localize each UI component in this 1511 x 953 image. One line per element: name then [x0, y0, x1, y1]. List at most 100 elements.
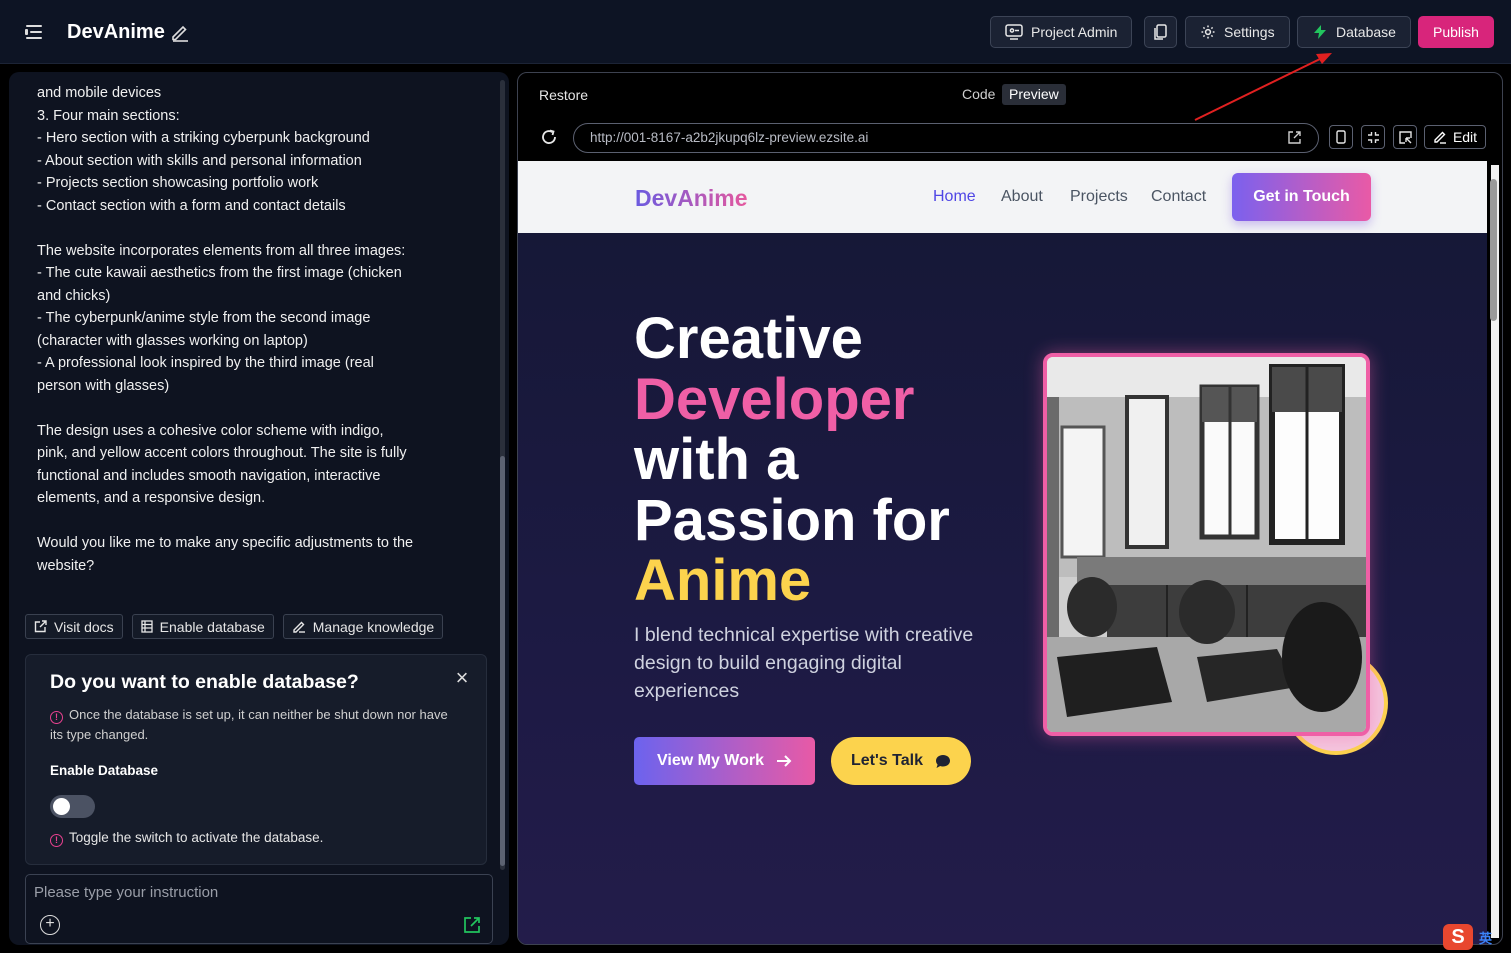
message-actions: Visit docs Enable database Manage knowle… — [25, 614, 444, 639]
expand-icon — [1367, 131, 1379, 143]
chat-bubble-icon — [935, 754, 950, 768]
toggle-knob — [53, 798, 70, 815]
ime-language: 英 — [1479, 930, 1493, 946]
top-bar: DevAnime Project Admin Settings Database… — [0, 0, 1511, 64]
assistant-message: and mobile devices 3. Four main sections… — [37, 82, 417, 577]
message-line — [37, 510, 417, 533]
dialog-title: Do you want to enable database? — [50, 671, 359, 693]
view-my-work-label: View My Work — [657, 752, 764, 769]
mobile-view-button[interactable] — [1329, 125, 1353, 149]
website-preview: DevAnime Home About Projects Contact Get… — [518, 161, 1487, 944]
visit-docs-label: Visit docs — [54, 618, 114, 635]
copy-icon — [1153, 24, 1167, 40]
hero-line-highlight: Developer — [634, 366, 915, 432]
sogou-icon: S — [1443, 924, 1473, 950]
nav-home[interactable]: Home — [933, 188, 976, 206]
preview-scroll-thumb[interactable] — [1490, 179, 1497, 321]
restore-button[interactable]: Restore — [539, 87, 588, 103]
message-line: - Contact section with a form and contac… — [37, 197, 346, 214]
device-toggle-button[interactable] — [1144, 16, 1177, 48]
nav-contact[interactable]: Contact — [1151, 188, 1206, 206]
project-title: DevAnime — [67, 21, 165, 43]
site-logo[interactable]: DevAnime — [635, 185, 747, 212]
preview-url: http://001-8167-a2b2jkupq6lz-preview.ezs… — [590, 130, 869, 145]
message-line: The website incorporates elements from a… — [37, 242, 406, 259]
message-line — [37, 397, 417, 420]
open-external-icon[interactable] — [462, 915, 482, 935]
database-label: Database — [1336, 24, 1396, 40]
settings-label: Settings — [1224, 24, 1275, 40]
enable-database-button[interactable]: Enable database — [131, 614, 274, 639]
hero-heading: Creative Developer with a Passion for An… — [634, 306, 950, 613]
hero-line: Creative — [634, 306, 863, 371]
message-line: 3. Four main sections: — [37, 107, 180, 124]
info-icon: ! — [50, 834, 63, 847]
hero-line: Passion for — [634, 487, 950, 553]
dialog-hint: ! Toggle the switch to activate the datab… — [50, 830, 323, 847]
salon-photo — [1047, 357, 1366, 732]
settings-button[interactable]: Settings — [1185, 16, 1290, 48]
edit-label: Edit — [1452, 129, 1478, 145]
enable-database-dialog: Do you want to enable database? × ! Once … — [25, 654, 487, 865]
instruction-box: + — [25, 874, 493, 944]
lets-talk-label: Let's Talk — [851, 752, 923, 769]
hero-description: I blend technical expertise with creativ… — [634, 624, 974, 702]
pencil-icon — [1434, 131, 1446, 144]
message-line: - Projects section showcasing portfolio … — [37, 175, 319, 191]
message-line: - The cyberpunk/anime style from the sec… — [37, 310, 375, 349]
project-admin-label: Project Admin — [1031, 24, 1118, 40]
message-line: - About section with skills and personal… — [37, 152, 362, 169]
message-line — [37, 217, 417, 240]
hero-image — [1043, 353, 1370, 736]
message-line: - A professional look inspired by the th… — [37, 355, 378, 394]
hint-text: Toggle the switch to activate the databa… — [69, 830, 324, 845]
add-attachment-icon[interactable]: + — [40, 915, 60, 935]
message-line: - Hero section with a striking cyberpunk… — [37, 130, 370, 146]
close-icon[interactable]: × — [454, 667, 470, 689]
view-my-work-button[interactable]: View My Work — [634, 737, 815, 785]
message-line: and mobile devices — [37, 85, 162, 101]
project-admin-button[interactable]: Project Admin — [990, 16, 1133, 48]
manage-knowledge-label: Manage knowledge — [312, 618, 435, 635]
message-line: - The cute kawaii aesthetics from the fi… — [37, 265, 406, 304]
visit-docs-button[interactable]: Visit docs — [25, 614, 123, 639]
database-button[interactable]: Database — [1297, 16, 1411, 48]
edit-button[interactable]: Edit — [1424, 125, 1486, 149]
chat-scroll-thumb[interactable] — [500, 456, 505, 866]
open-in-new-tab-icon[interactable] — [1287, 130, 1302, 145]
enable-database-toggle[interactable] — [50, 795, 95, 818]
message-line: Would you like me to make any specific a… — [37, 535, 418, 574]
sidebar-toggle-icon[interactable] — [22, 22, 44, 42]
nav-projects[interactable]: Projects — [1070, 188, 1128, 206]
publish-button[interactable]: Publish — [1418, 16, 1494, 48]
ime-indicator[interactable]: S 英 — [1443, 924, 1492, 950]
reload-icon[interactable] — [540, 128, 558, 146]
pencil-icon[interactable] — [170, 22, 190, 42]
external-link-icon — [34, 620, 47, 633]
gear-icon — [1201, 25, 1215, 39]
tab-preview[interactable]: Preview — [1002, 84, 1066, 105]
lets-talk-button[interactable]: Let's Talk — [831, 737, 971, 785]
address-bar[interactable]: http://001-8167-a2b2jkupq6lz-preview.ezs… — [573, 123, 1319, 153]
enable-database-field-label: Enable Database — [50, 763, 159, 778]
admin-monitor-icon — [1005, 24, 1023, 40]
arrow-right-icon — [777, 755, 792, 767]
hero-line-highlight: Anime — [634, 548, 812, 613]
fullscreen-button[interactable] — [1361, 125, 1385, 149]
table-icon — [141, 620, 153, 633]
warning-text: Once the database is set up, it can neit… — [50, 707, 448, 742]
nav-about[interactable]: About — [1001, 188, 1043, 206]
site-navbar: DevAnime Home About Projects Contact Get… — [518, 161, 1487, 233]
dialog-warning: ! Once the database is set up, it can nei… — [50, 705, 460, 745]
cursor-select-icon — [1398, 130, 1412, 144]
select-element-button[interactable] — [1393, 125, 1417, 149]
instruction-input[interactable] — [34, 881, 474, 903]
hero-line: with a — [634, 427, 799, 492]
get-in-touch-button[interactable]: Get in Touch — [1232, 173, 1371, 221]
message-line: The design uses a cohesive color scheme … — [37, 422, 411, 507]
warning-icon: ! — [50, 711, 63, 724]
phone-icon — [1336, 130, 1346, 144]
lightning-icon — [1314, 25, 1326, 39]
manage-knowledge-button[interactable]: Manage knowledge — [282, 614, 444, 639]
tab-code[interactable]: Code — [962, 86, 995, 102]
